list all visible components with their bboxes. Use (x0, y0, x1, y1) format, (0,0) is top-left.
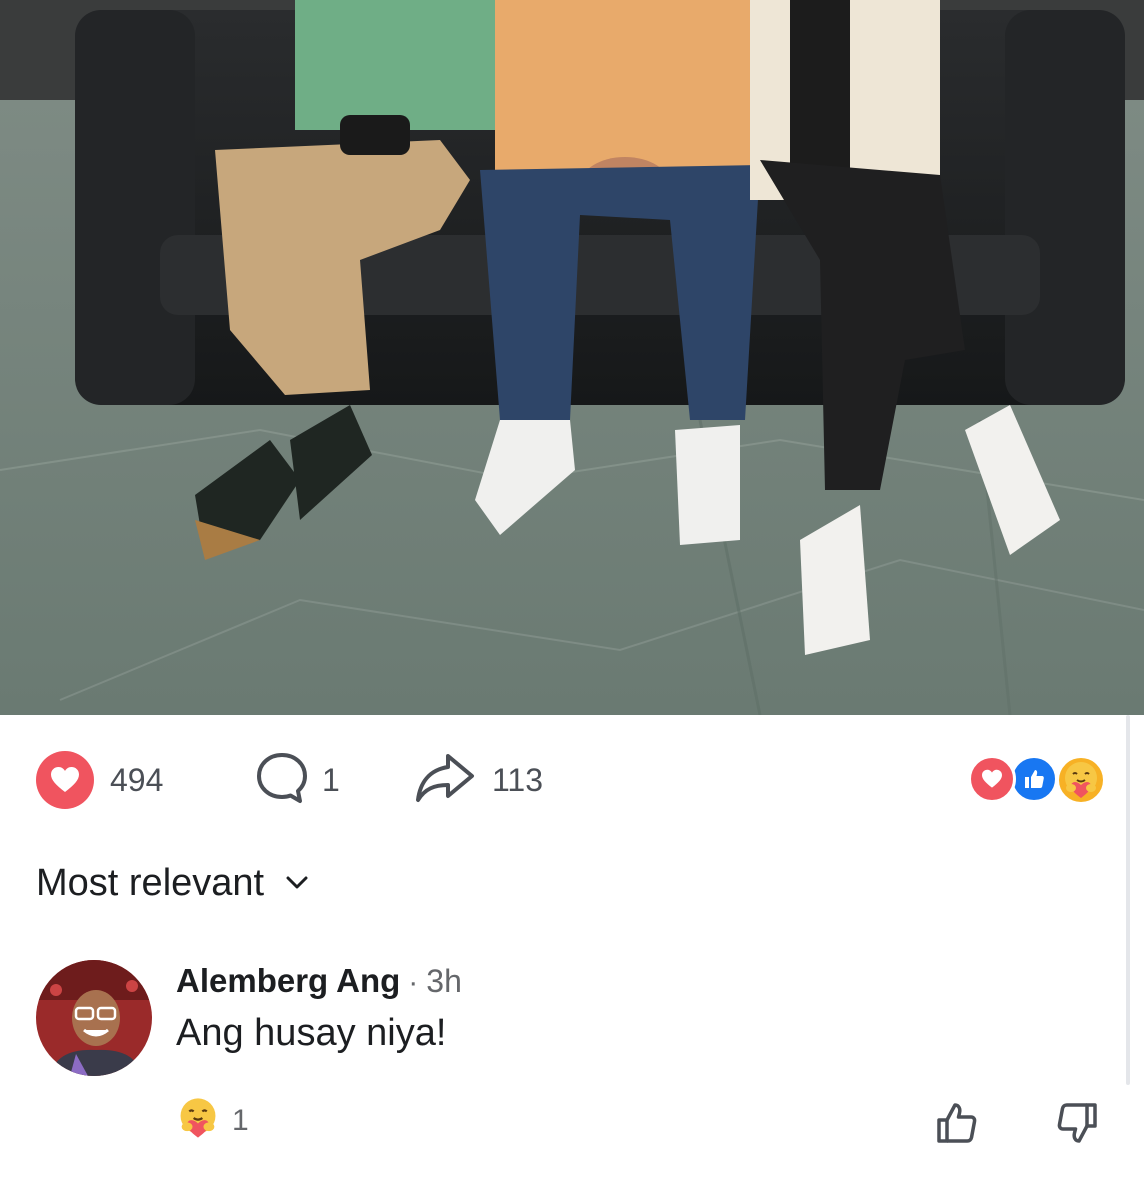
thumbs-down-icon (1054, 1100, 1100, 1151)
post-photo[interactable] (0, 0, 1144, 715)
share-arrow-icon (414, 752, 476, 809)
comment-author[interactable]: Alemberg Ang (176, 962, 400, 1000)
care-reaction-icon (1056, 755, 1106, 805)
reaction-summary[interactable] (968, 755, 1108, 805)
comment-reaction-count: 1 (232, 1103, 249, 1137)
upvote-button[interactable] (932, 1100, 982, 1150)
love-reaction-icon (968, 755, 1016, 803)
comment-sort-dropdown[interactable]: Most relevant (36, 858, 308, 908)
comment-time[interactable]: 3h (426, 963, 462, 1000)
comments-count: 1 (322, 761, 340, 798)
thumbs-up-icon (934, 1100, 980, 1151)
shares-count: 113 (492, 761, 544, 798)
comment-item: Alemberg Ang · 3h Ang husay niya! 1 (36, 960, 1126, 1150)
comment-bubble-icon (254, 750, 310, 811)
comment-text: Ang husay niya! (176, 1012, 447, 1054)
post-screen: 494 1 113 Most relevant Alemberg Ang · 3… (0, 0, 1144, 1200)
sort-label: Most relevant (36, 861, 265, 904)
separator-dot: · (408, 966, 419, 999)
downvote-button[interactable] (1052, 1100, 1102, 1150)
reactions-count: 494 (110, 761, 164, 798)
comment-reaction-summary[interactable]: 1 (174, 1094, 249, 1147)
care-reaction-icon (174, 1094, 222, 1147)
like-reaction-icon (1010, 755, 1058, 803)
avatar[interactable] (36, 960, 152, 1076)
love-reaction-button[interactable]: 494 (36, 750, 163, 810)
post-action-row: 494 1 113 (0, 750, 1144, 810)
share-button[interactable]: 113 (414, 750, 543, 810)
comment-button[interactable]: 1 (254, 750, 340, 810)
comment-header: Alemberg Ang · 3h (176, 962, 462, 1000)
chevron-down-icon (286, 876, 308, 890)
heart-icon (36, 751, 94, 809)
